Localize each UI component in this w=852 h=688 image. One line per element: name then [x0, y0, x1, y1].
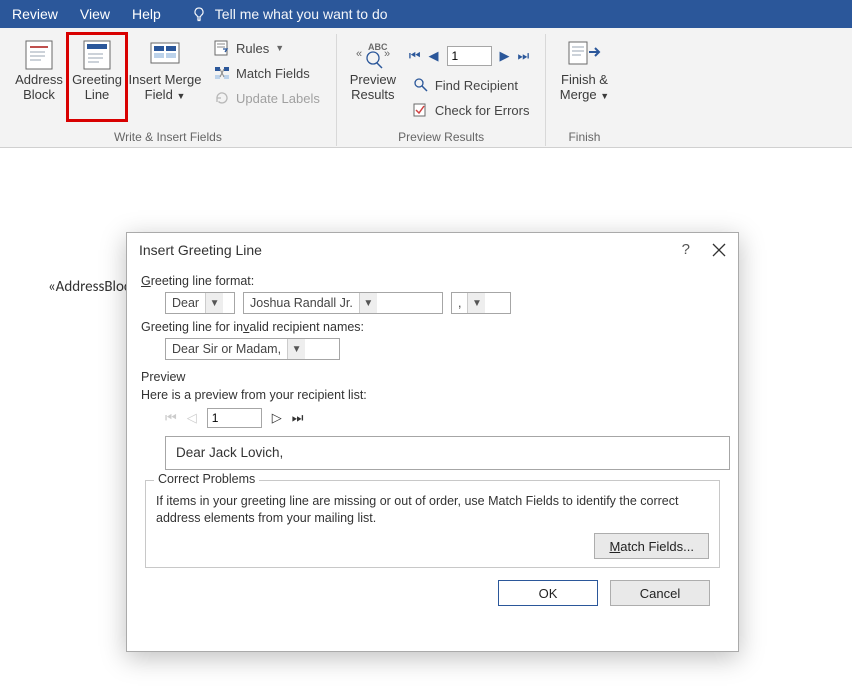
- preview-results-button[interactable]: «ABC» Preview Results: [343, 34, 403, 120]
- chevron-down-icon: ▼: [359, 293, 377, 313]
- tell-me-search[interactable]: Tell me what you want to do: [191, 6, 388, 22]
- punctuation-combo[interactable]: , ▼: [451, 292, 511, 314]
- greeting-line-icon: [83, 38, 111, 72]
- last-record-icon[interactable]: ⏭: [518, 48, 530, 64]
- dialog-footer: OK Cancel: [141, 568, 724, 606]
- tab-help[interactable]: Help: [132, 6, 161, 22]
- invalid-combo[interactable]: Dear Sir or Madam, ▼: [165, 338, 340, 360]
- preview-results-label: Preview Results: [345, 72, 401, 102]
- salutation-value: Dear: [166, 296, 205, 310]
- write-extra-buttons: Rules▼ Match Fields Update Labels: [204, 34, 330, 112]
- record-number-input[interactable]: [447, 46, 492, 66]
- chevron-down-icon: ▼: [467, 293, 485, 313]
- name-format-combo[interactable]: Joshua Randall Jr. ▼: [243, 292, 443, 314]
- cancel-button[interactable]: Cancel: [610, 580, 710, 606]
- close-icon[interactable]: [712, 243, 726, 257]
- ribbon: Address Block Greeting Line Insert Merge…: [0, 28, 852, 148]
- salutation-combo[interactable]: Dear ▼: [165, 292, 235, 314]
- insert-merge-field-icon: [150, 38, 180, 72]
- first-record-icon[interactable]: ⏮: [409, 48, 421, 64]
- match-fields-label: Match Fields: [236, 66, 310, 81]
- preview-last-icon[interactable]: ⏭: [292, 410, 304, 426]
- preview-box: Dear Jack Lovich,: [165, 436, 730, 470]
- update-labels-button: Update Labels: [210, 86, 324, 110]
- correct-problems-hint: If items in your greeting line are missi…: [156, 493, 709, 527]
- invalid-label: Greeting line for invalid recipient name…: [141, 320, 724, 334]
- chevron-down-icon: ▼: [287, 339, 305, 359]
- preview-section-label: Preview: [141, 370, 724, 384]
- dialog-help-button[interactable]: ?: [682, 241, 690, 258]
- tab-view[interactable]: View: [80, 6, 110, 22]
- find-recipient-button[interactable]: Find Recipient: [409, 73, 534, 97]
- preview-results-icon: «ABC»: [356, 38, 390, 72]
- preview-nav-col: ⏮ ◀ ▶ ⏭ Find Recipient Check for Errors: [403, 34, 540, 124]
- greeting-line-button[interactable]: Greeting Line: [68, 34, 126, 120]
- prev-record-icon[interactable]: ◀: [429, 48, 439, 64]
- check-errors-button[interactable]: Check for Errors: [409, 98, 534, 122]
- next-record-icon[interactable]: ▶: [500, 48, 510, 64]
- invalid-value: Dear Sir or Madam,: [166, 342, 287, 356]
- tell-me-label: Tell me what you want to do: [215, 6, 388, 22]
- lightbulb-icon: [191, 6, 207, 22]
- greeting-line-label: Greeting Line: [70, 72, 124, 102]
- preview-prev-icon: ◁: [187, 410, 197, 426]
- finish-merge-button[interactable]: Finish & Merge ▼: [552, 34, 616, 122]
- dialog-title: Insert Greeting Line: [139, 242, 262, 258]
- svg-text:»: »: [384, 48, 390, 60]
- menubar: Review View Help Tell me what you want t…: [0, 0, 852, 28]
- address-block-icon: [25, 38, 53, 72]
- group-preview-results: «ABC» Preview Results ⏮ ◀ ▶ ⏭ Find Recip…: [337, 34, 547, 146]
- rules-button[interactable]: Rules▼: [210, 36, 324, 60]
- preview-hint: Here is a preview from your recipient li…: [141, 388, 724, 402]
- preview-text: Dear Jack Lovich,: [176, 445, 283, 460]
- insert-greeting-dialog: Insert Greeting Line ? Greeting line for…: [126, 232, 739, 652]
- finish-merge-label: Finish & Merge ▼: [554, 72, 614, 104]
- group-label-preview: Preview Results: [337, 130, 546, 144]
- correct-problems-group: Correct Problems If items in your greeti…: [145, 480, 720, 568]
- svg-text:«: «: [356, 48, 362, 60]
- rules-label: Rules: [236, 41, 269, 56]
- group-write-insert: Address Block Greeting Line Insert Merge…: [0, 34, 337, 146]
- tab-review[interactable]: Review: [12, 6, 58, 22]
- find-recipient-label: Find Recipient: [435, 78, 518, 93]
- finish-merge-icon: [567, 38, 601, 72]
- address-block-label: Address Block: [12, 72, 66, 102]
- address-block-button[interactable]: Address Block: [10, 34, 68, 120]
- group-label-finish: Finish: [546, 130, 622, 144]
- chevron-down-icon: ▼: [205, 293, 223, 313]
- group-finish: Finish & Merge ▼ Finish: [546, 34, 622, 146]
- update-labels-label: Update Labels: [236, 91, 320, 106]
- preview-first-icon: ⏮: [165, 410, 177, 426]
- dialog-body: Greeting line format: Dear ▼ Joshua Rand…: [127, 264, 738, 616]
- punctuation-value: ,: [452, 296, 467, 310]
- preview-index-input[interactable]: [207, 408, 262, 428]
- preview-nav: ⏮ ◁ ▷ ⏭: [165, 408, 724, 428]
- ok-button[interactable]: OK: [498, 580, 598, 606]
- match-fields-button[interactable]: Match Fields: [210, 61, 324, 85]
- format-label: Greeting line format:: [141, 274, 724, 288]
- group-label-write: Write & Insert Fields: [0, 130, 336, 144]
- insert-merge-field-label: Insert Merge Field ▼: [128, 72, 202, 104]
- preview-next-icon[interactable]: ▷: [272, 410, 282, 426]
- match-fields-dialog-button[interactable]: Match Fields...: [594, 533, 709, 559]
- dialog-titlebar: Insert Greeting Line ?: [127, 233, 738, 264]
- insert-merge-field-button[interactable]: Insert Merge Field ▼: [126, 34, 204, 122]
- name-format-value: Joshua Randall Jr.: [244, 296, 359, 310]
- check-errors-label: Check for Errors: [435, 103, 530, 118]
- correct-problems-legend: Correct Problems: [154, 472, 259, 486]
